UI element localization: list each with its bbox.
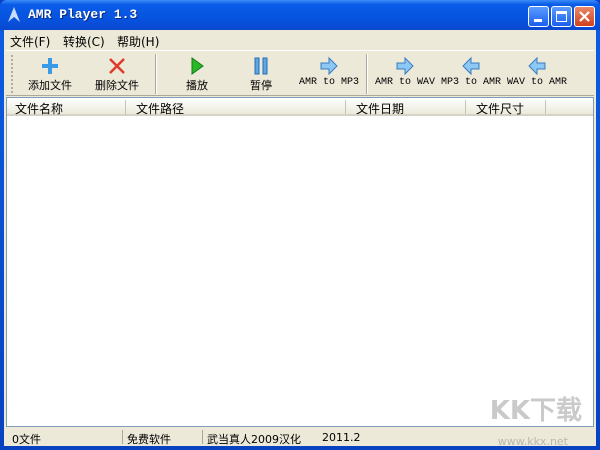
toolbar-grip[interactable] <box>11 55 13 93</box>
arrow-left-icon <box>462 56 480 76</box>
close-icon <box>579 11 590 22</box>
title-bar[interactable]: AMR Player 1.3 <box>0 0 600 30</box>
column-header-path[interactable]: 文件路径 <box>126 100 346 116</box>
amr-to-wav-button[interactable]: AMR to WAV <box>372 53 438 95</box>
toolbar: 添加文件 删除文件 播放 暂停 AMR to MP3 AMR to WAV MP… <box>6 50 594 96</box>
file-list[interactable]: 文件名称 文件路径 文件日期 文件尺寸 <box>6 97 594 427</box>
column-header-name[interactable]: 文件名称 <box>7 100 126 116</box>
toolbar-separator <box>155 54 157 94</box>
pause-icon <box>254 57 268 75</box>
list-header: 文件名称 文件路径 文件日期 文件尺寸 <box>7 98 593 116</box>
pause-button[interactable]: 暂停 <box>236 53 286 95</box>
menu-bar: 文件(F) 转换(C) 帮助(H) <box>4 30 596 49</box>
amr-to-mp3-button[interactable]: AMR to MP3 <box>296 53 362 95</box>
status-file-count: 0文件 <box>12 433 41 446</box>
app-logo-icon <box>8 7 20 22</box>
status-divider <box>202 430 203 444</box>
app-window: AMR Player 1.3 文件(F) 转换(C) 帮助(H) 添加文件 删除… <box>0 0 600 450</box>
arrow-left-icon <box>528 56 546 76</box>
delete-file-button[interactable]: 删除文件 <box>89 53 145 95</box>
menu-convert[interactable]: 转换(C) <box>63 33 105 50</box>
play-button[interactable]: 播放 <box>172 53 222 95</box>
arrow-right-icon <box>396 56 414 76</box>
close-button[interactable] <box>574 6 595 27</box>
column-header-size[interactable]: 文件尺寸 <box>466 100 546 116</box>
menu-help[interactable]: 帮助(H) <box>117 33 159 50</box>
status-license: 免费软件 <box>127 433 171 446</box>
mp3-to-amr-button[interactable]: MP3 to AMR <box>438 53 504 95</box>
status-translator: 武当真人2009汉化 <box>207 433 301 446</box>
toolbar-separator <box>366 54 368 94</box>
watermark-logo: KK下载 <box>489 396 582 426</box>
menu-file[interactable]: 文件(F) <box>10 33 50 50</box>
play-icon <box>191 57 204 75</box>
column-header-date[interactable]: 文件日期 <box>346 100 466 116</box>
minimize-button[interactable] <box>528 6 549 27</box>
status-divider <box>122 430 123 444</box>
status-bar: 0文件 免费软件 武当真人2009汉化 2011.2 <box>4 428 596 446</box>
x-icon <box>109 58 125 74</box>
status-version-date: 2011.2 <box>322 431 361 444</box>
maximize-button[interactable] <box>551 6 572 27</box>
client-area: 文件(F) 转换(C) 帮助(H) 添加文件 删除文件 播放 暂停 AMR to… <box>4 30 596 448</box>
wav-to-amr-button[interactable]: WAV to AMR <box>504 53 570 95</box>
arrow-right-icon <box>320 56 338 76</box>
window-title: AMR Player 1.3 <box>28 7 138 22</box>
plus-icon <box>42 58 58 74</box>
add-file-button[interactable]: 添加文件 <box>22 53 78 95</box>
